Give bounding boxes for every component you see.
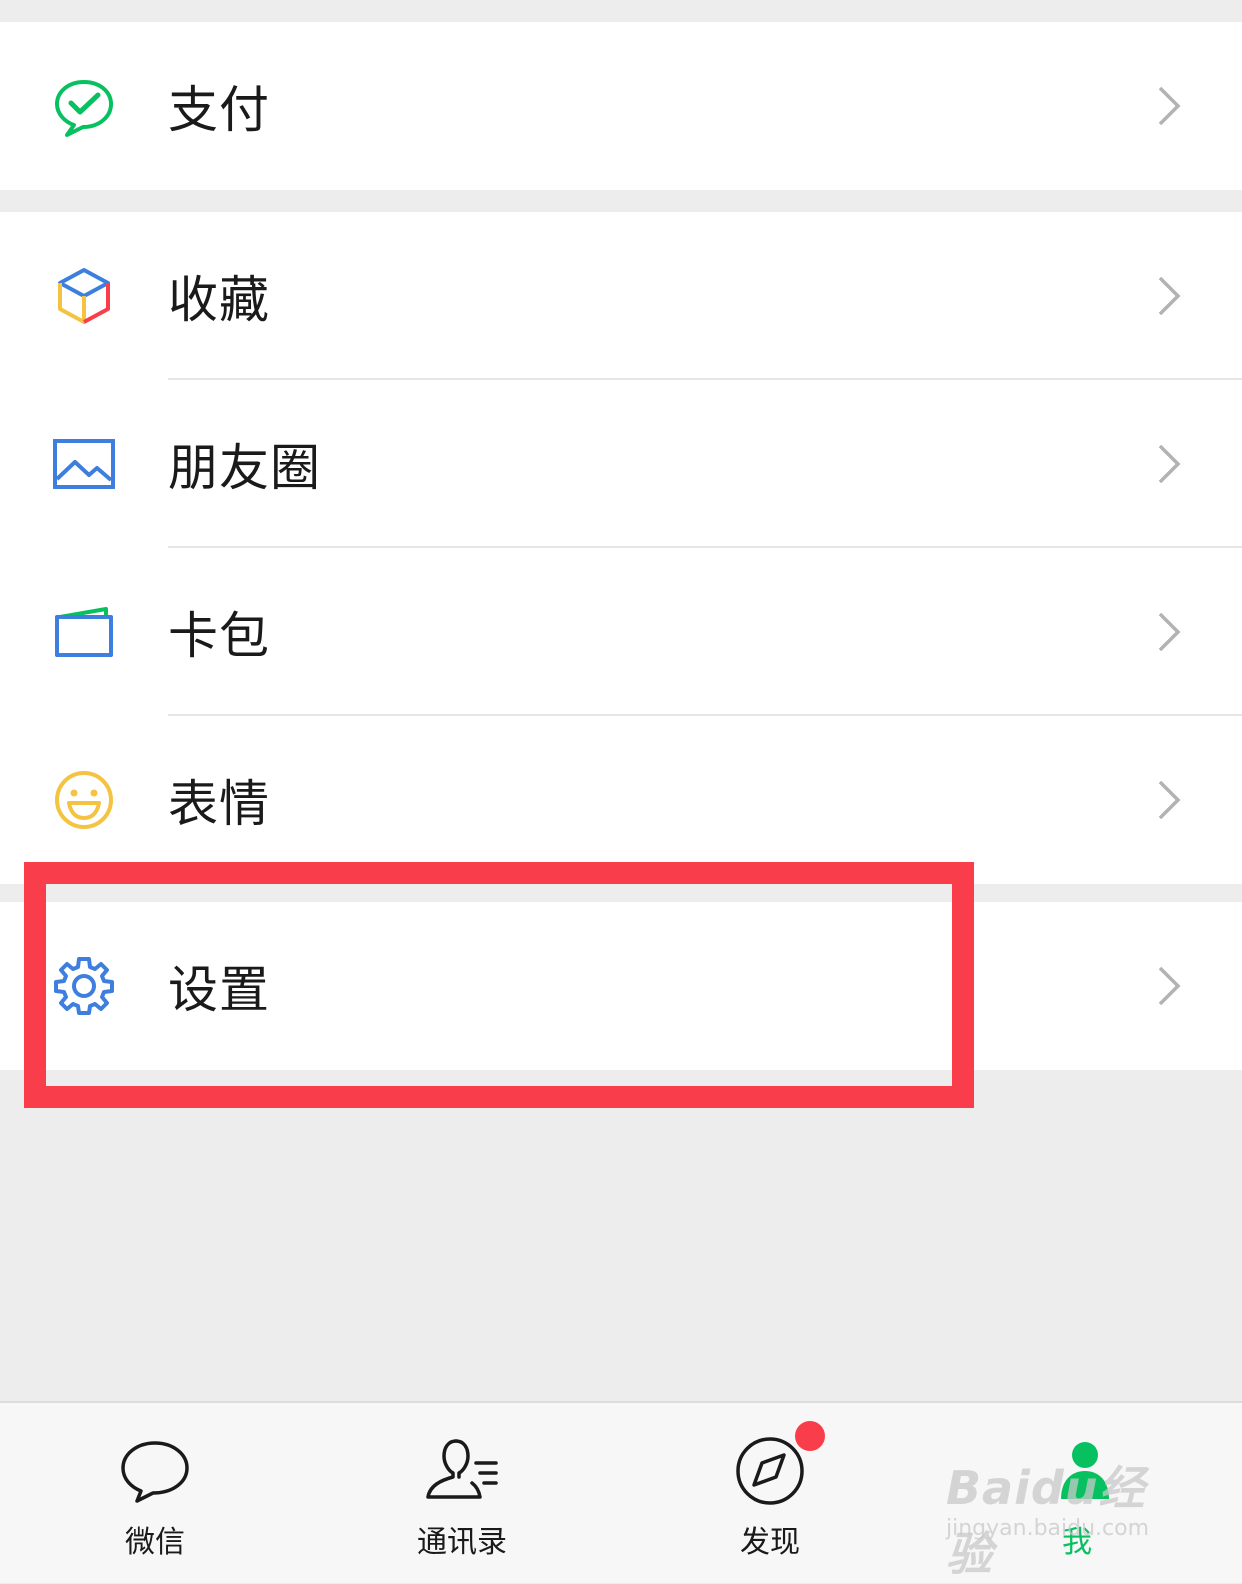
moments-image-icon (52, 432, 116, 496)
tab-label: 发现 (740, 1525, 800, 1560)
menu-item-settings[interactable]: 设置 (0, 902, 1242, 1070)
profile-icon (1039, 1433, 1115, 1509)
chat-bubble-icon (117, 1433, 193, 1509)
favorites-cube-icon (52, 264, 116, 328)
menu-item-favorites[interactable]: 收藏 (0, 212, 1242, 380)
menu-item-label: 支付 (168, 81, 270, 139)
gear-icon (52, 954, 116, 1018)
menu-item-label: 收藏 (168, 271, 270, 329)
chevron-right-icon (1154, 84, 1184, 128)
menu-item-stickers[interactable]: 表情 (0, 716, 1242, 884)
wechat-pay-icon (52, 74, 116, 138)
menu-item-label: 卡包 (168, 607, 270, 665)
chevron-right-icon (1154, 610, 1184, 654)
menu-item-cards[interactable]: 卡包 (0, 548, 1242, 716)
chevron-right-icon (1154, 274, 1184, 318)
chevron-right-icon (1154, 778, 1184, 822)
tab-label: 我 (1062, 1525, 1092, 1560)
card-wallet-icon (52, 600, 116, 664)
menu-item-label: 朋友圈 (168, 439, 321, 497)
menu-item-pay[interactable]: 支付 (0, 22, 1242, 190)
menu-group-settings: 设置 (0, 902, 1242, 1070)
contacts-icon (424, 1433, 500, 1509)
tab-discover[interactable]: 发现 (670, 1403, 870, 1583)
tab-me[interactable]: 我 (977, 1403, 1177, 1583)
smiley-face-icon (52, 768, 116, 832)
tab-label: 通讯录 (417, 1525, 507, 1560)
notification-dot-badge (795, 1421, 825, 1451)
bottom-tab-bar: 微信 通讯录 发现 我 (0, 1401, 1242, 1583)
menu-group-main: 收藏 朋友圈 卡包 表情 (0, 212, 1242, 884)
menu-group-payment: 支付 (0, 22, 1242, 190)
menu-item-label: 表情 (168, 775, 270, 833)
chevron-right-icon (1154, 442, 1184, 486)
menu-item-moments[interactable]: 朋友圈 (0, 380, 1242, 548)
tab-label: 微信 (125, 1525, 185, 1560)
chevron-right-icon (1154, 964, 1184, 1008)
tab-contacts[interactable]: 通讯录 (362, 1403, 562, 1583)
tab-chats[interactable]: 微信 (55, 1403, 255, 1583)
menu-item-label: 设置 (168, 961, 270, 1019)
